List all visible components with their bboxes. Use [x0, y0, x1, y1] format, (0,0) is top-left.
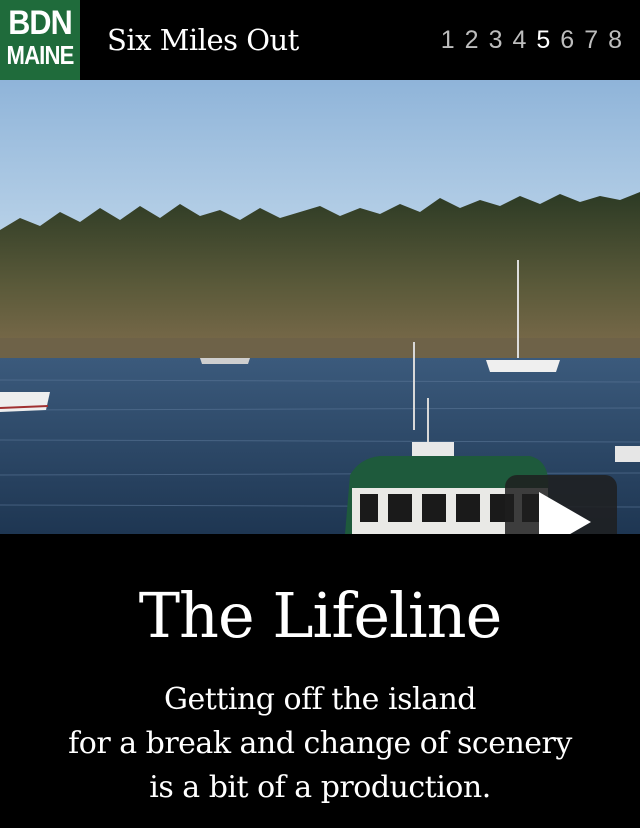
- series-title[interactable]: Six Miles Out: [107, 22, 299, 58]
- chapter-link-8[interactable]: 8: [608, 26, 622, 54]
- chapter-link-6[interactable]: 6: [560, 26, 574, 54]
- chapter-link-1[interactable]: 1: [441, 26, 455, 54]
- chapter-pagination: 1 2 3 4 5 6 7 8: [441, 26, 622, 54]
- chapter-link-5[interactable]: 5: [536, 26, 550, 54]
- story-title: The Lifeline: [138, 579, 503, 652]
- chapter-link-3[interactable]: 3: [489, 26, 503, 54]
- hero-video-frame[interactable]: [0, 80, 640, 534]
- subtitle-line-2: for a break and change of scenery: [68, 726, 572, 761]
- top-nav-bar: BDN MAINE Six Miles Out 1 2 3 4 5 6 7 8: [0, 0, 640, 80]
- subtitle-line-1: Getting off the island: [164, 682, 476, 717]
- chapter-link-2[interactable]: 2: [465, 26, 479, 54]
- play-video-button[interactable]: [505, 475, 617, 534]
- chapter-link-4[interactable]: 4: [512, 26, 526, 54]
- play-icon: [539, 492, 591, 534]
- chapter-link-7[interactable]: 7: [584, 26, 598, 54]
- subtitle-line-3: is a bit of a production.: [149, 770, 491, 805]
- logo-line-1: BDN: [8, 4, 73, 42]
- story-subtitle: Getting off the island for a break and c…: [0, 678, 640, 810]
- bdn-maine-logo[interactable]: BDN MAINE: [0, 0, 80, 80]
- logo-line-2: MAINE: [6, 40, 75, 70]
- harbor-scene-image: [0, 80, 640, 534]
